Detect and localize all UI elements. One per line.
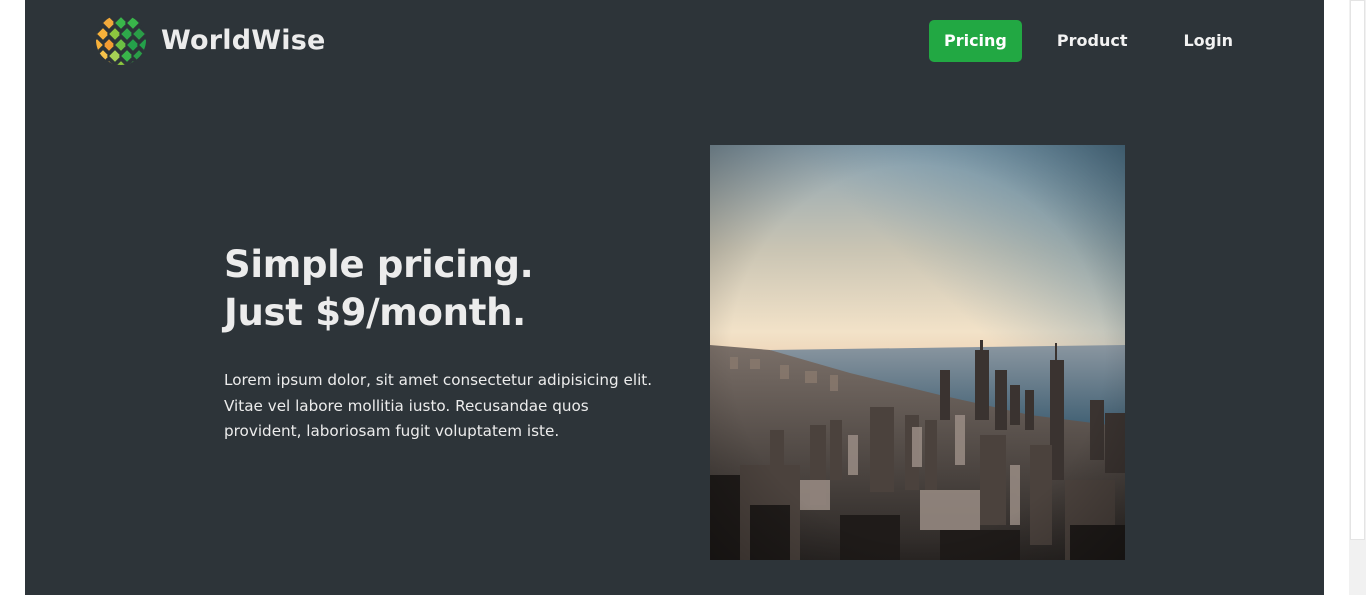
nav-login-link[interactable]: Login	[1162, 20, 1254, 62]
hero-title: Simple pricing. Just $9/month.	[224, 241, 654, 337]
hero-title-line-1: Simple pricing.	[224, 243, 534, 286]
logo-text: WorldWise	[161, 24, 326, 56]
app-frame: WorldWise Pricing Product Login Simple p…	[25, 0, 1324, 595]
nav-product-link[interactable]: Product	[1036, 20, 1149, 62]
city-skyline-image	[710, 145, 1125, 560]
hero-title-line-2: Just $9/month.	[224, 291, 526, 334]
main-nav: Pricing Product Login	[928, 20, 1254, 62]
page-scrollbar[interactable]	[1349, 0, 1366, 595]
logo-link[interactable]: WorldWise	[95, 13, 326, 67]
nav-pricing-link[interactable]: Pricing	[928, 20, 1022, 62]
globe-logo-icon	[96, 15, 146, 65]
scrollbar-thumb[interactable]	[1350, 0, 1365, 540]
hero-description: Lorem ipsum dolor, sit amet consectetur …	[224, 371, 653, 440]
